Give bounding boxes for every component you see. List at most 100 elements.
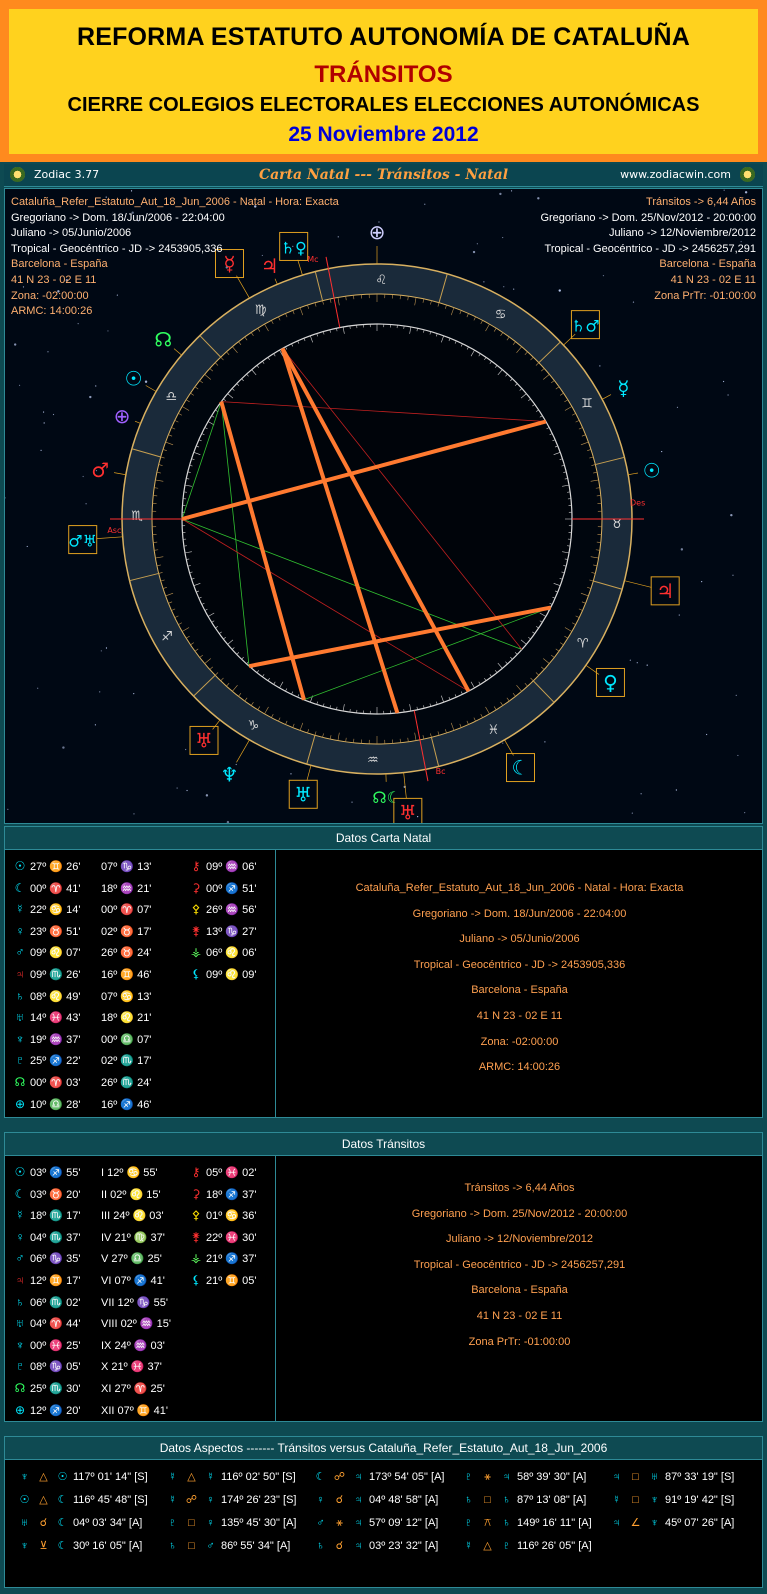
min: 05' — [63, 1361, 81, 1374]
house-cusp: 00º ♎ 07' — [101, 1030, 189, 1052]
sign-icon: ♈ — [120, 904, 135, 917]
position-row: ♇ 25º ♐ 22' 02º ♏ 17' — [13, 1050, 277, 1072]
star — [676, 406, 679, 409]
aspect-icon: △ — [39, 1494, 48, 1506]
zodiac-sign-icon: ♎ — [165, 389, 177, 404]
aspect-glyphs: ☿ △ ☿ — [163, 1466, 221, 1489]
zodiac-sign-icon: ♑ — [248, 719, 260, 734]
natal-planet-icon: ♃ — [354, 1471, 363, 1483]
star — [13, 343, 17, 346]
sign-icon: ♐ — [120, 1098, 135, 1111]
transit-planet-icon: ♃ — [612, 1471, 621, 1483]
min: 26' — [63, 968, 81, 981]
natal_info-line: ARMC: 14:00:26 — [11, 305, 93, 318]
planet-glyph-icon: ♅ — [15, 1010, 25, 1025]
sign-icon: ♈ — [133, 1382, 148, 1395]
planet-position: ♆ 00º ♓ 25' — [13, 1335, 101, 1358]
asteroid-glyph-icon: ⚵ — [191, 923, 201, 938]
star — [290, 773, 292, 775]
star — [675, 789, 677, 791]
star — [472, 250, 476, 254]
deg: 16º — [101, 1098, 121, 1111]
star — [94, 724, 96, 726]
aspect-glyphs: ♄ □ ♄ — [459, 1489, 517, 1512]
aspect-value: 149º 16' 11" [A] — [517, 1517, 592, 1529]
aspect-cell: ☿ △ ☿ 116º 02' 50" [S] — [163, 1466, 311, 1489]
deg: 13º — [203, 925, 226, 938]
min: 25' — [63, 1339, 81, 1352]
banner-line-2: TRÁNSITOS — [314, 61, 453, 88]
house-label: V — [101, 1253, 112, 1266]
house-cusp: 26º ♉ 24' — [101, 943, 189, 965]
deg: 12º — [27, 1404, 50, 1417]
aspect-value: 174º 26' 23" [S] — [221, 1494, 297, 1506]
natal-planet-icon: ♂ — [206, 1540, 215, 1552]
transit-planet-icon: ♅ — [20, 1517, 29, 1529]
star — [185, 748, 187, 751]
aspect-cell: ☉ △ ☾ 116º 45' 48" [S] — [15, 1489, 163, 1512]
planet-pointer — [403, 772, 407, 799]
star — [513, 288, 515, 290]
min: 07' — [134, 904, 152, 917]
transit-planet-icon: ☿ — [612, 1494, 621, 1506]
star — [483, 281, 485, 283]
star — [502, 742, 504, 744]
detail-line: Barcelona - España — [471, 984, 568, 997]
deg: 06º — [27, 1296, 50, 1309]
min: 37' — [63, 1231, 81, 1244]
sign-icon: ♎ — [49, 1098, 64, 1111]
sign-icon: ♊ — [225, 1274, 240, 1287]
aspect-cell: ♇ ⚻ ♄ 149º 16' 11" [A] — [459, 1512, 607, 1535]
house-cusp: 18º ♒ 21' — [101, 879, 189, 901]
house-label: IV — [101, 1231, 115, 1244]
sign-icon: ♐ — [133, 1274, 148, 1287]
chart-panel[interactable]: ♈ ♉ ♊ ♋ ♌ ♍ ♎ ♏ ♐ ♑ ♒ ♓ Asc Des Mc Bc ⊕ ♄♀ ☿ ♃ ☊ ☉ ⊕ ♂ ♂♅ ♅ ♆ ♅ ☊☾ ♅ ☾… — [4, 188, 763, 824]
planet-glyph-icon: ♄ — [15, 988, 25, 1003]
sign-icon: ♌ — [120, 1012, 135, 1025]
min: 28' — [63, 1098, 81, 1111]
deg: 18º — [101, 882, 121, 895]
deg: 12º — [27, 1274, 50, 1287]
sign-icon: ♊ — [49, 1274, 64, 1287]
transit-details: Tránsitos -> 6,44 Años Gregoriano -> Dom.… — [277, 1176, 762, 1355]
natal-planet-icon: ♇ — [502, 1540, 511, 1552]
star — [42, 411, 45, 413]
natal-planet-icon: ♃ — [354, 1494, 363, 1506]
min: 07' — [63, 947, 81, 960]
sign-icon: ♓ — [225, 1167, 240, 1179]
sign-icon: ♐ — [225, 1188, 240, 1201]
natal-planet-icon: ♆ — [650, 1517, 659, 1529]
sign-icon: ♏ — [49, 1382, 64, 1395]
star — [701, 581, 703, 583]
star — [52, 413, 55, 416]
natal_info-line: Gregoriano -> Dom. 18/Jun/2006 - 22:04:0… — [11, 211, 225, 224]
aspect-icon: □ — [188, 1540, 195, 1552]
planet-position: ⊕ 10º ♎ 28' — [13, 1094, 101, 1117]
deg: 00º — [101, 1033, 121, 1046]
detail-line: Zona PrTr: -01:00:00 — [468, 1335, 571, 1348]
detail-line: 41 N 23 - 02 E 11 — [476, 1309, 563, 1322]
min: 24' — [134, 947, 152, 960]
planet-glyph-icon: ☊ — [154, 328, 172, 352]
deg: 04º — [27, 1318, 50, 1331]
detail-line: Tropical - Geocéntrico - JD -> 2453905,3… — [413, 958, 626, 971]
aspect-row: ♆ △ ☉ 117º 01' 14" [S] ☿ △ ☿ 116º 02' 50" [S] ☾ ☍… — [15, 1466, 755, 1489]
deg: 25º — [27, 1382, 50, 1395]
transit-planet-icon: ♃ — [612, 1517, 621, 1529]
planet-position: ☊ 00º ♈ 03' — [13, 1072, 101, 1095]
sign-icon: ♎ — [130, 1253, 145, 1266]
deg: 27º — [114, 1382, 134, 1395]
min: 09' — [239, 968, 257, 981]
aspect-icon: □ — [484, 1494, 491, 1506]
deg: 00º — [101, 904, 121, 917]
position-row: ☾ 03º ♉ 20' II 02º ♌ 15' ⚳ 18º ♐ 37' — [13, 1184, 277, 1206]
aspect-glyphs: ♆ △ ☉ — [15, 1466, 73, 1489]
deg: 06º — [27, 1253, 50, 1266]
asteroid-position: ⚳ 00º ♐ 51' — [189, 878, 277, 901]
website-link[interactable]: www.zodiacwin.com — [620, 168, 731, 181]
transit-planet-icon: ♆ — [20, 1540, 29, 1552]
aspect-cell: ♄ □ ♄ 87º 13' 08" [A] — [459, 1489, 607, 1512]
asteroid-position: ⚸ 21º ♊ 05' — [189, 1270, 277, 1293]
deg: 14º — [27, 1012, 50, 1025]
aspect-icon: ☌ — [335, 1540, 344, 1552]
